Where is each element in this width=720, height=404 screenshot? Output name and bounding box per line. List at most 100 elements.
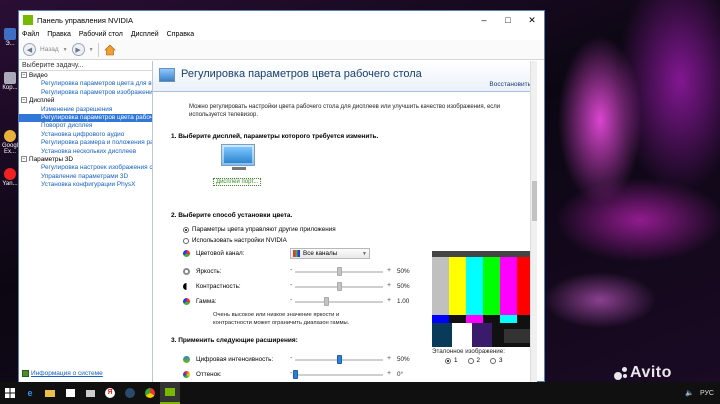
tree-task-item[interactable]: Поворот дисплея bbox=[19, 122, 152, 130]
system-info-label[interactable]: Информация о системе bbox=[31, 370, 103, 377]
media-icon[interactable] bbox=[80, 382, 100, 404]
slider-thumb[interactable] bbox=[337, 282, 342, 291]
radio-button-unchecked[interactable] bbox=[183, 237, 189, 244]
tree-task-item[interactable]: Регулировка параметров цвета рабочег bbox=[19, 113, 152, 123]
menu-bar: Файл Правка Рабочий стол Дисплей Справка bbox=[19, 29, 544, 40]
menu-edit[interactable]: Правка bbox=[47, 31, 71, 38]
edge-icon[interactable]: e bbox=[20, 382, 40, 404]
restore-defaults-link[interactable]: Восстановить bbox=[489, 81, 531, 88]
radio-button-unchecked[interactable] bbox=[467, 357, 474, 364]
store-icon[interactable] bbox=[60, 382, 80, 404]
radio-button-unchecked[interactable] bbox=[490, 357, 497, 364]
chevron-down-icon: ▼ bbox=[362, 250, 367, 257]
increase-button[interactable]: + bbox=[387, 297, 391, 304]
tree-task-item[interactable]: Установка конфигурации PhysX bbox=[19, 181, 152, 189]
slider-thumb[interactable] bbox=[293, 370, 298, 379]
back-button-label[interactable]: Назад bbox=[40, 46, 59, 53]
reference-option-1[interactable]: 1 bbox=[445, 357, 458, 364]
tree-task-item[interactable]: Управление параметрами 3D bbox=[19, 173, 152, 181]
collapse-toggle-icon[interactable]: − bbox=[21, 156, 27, 163]
tree-task-item[interactable]: Изменение разрешения bbox=[19, 106, 152, 114]
title-bar[interactable]: Панель управления NVIDIA – □ ✕ bbox=[19, 11, 544, 29]
hue-icon bbox=[183, 370, 190, 378]
tree-task-item[interactable]: Регулировка настроек изображения с пр bbox=[19, 164, 152, 172]
taskbar: e Я 🔈 РУС bbox=[0, 382, 720, 404]
forward-arrow-icon[interactable]: ▶ bbox=[71, 43, 85, 56]
back-dropdown-icon[interactable]: ▼ bbox=[63, 47, 68, 53]
system-info-link[interactable]: Информация о системе bbox=[22, 370, 103, 377]
explorer-icon[interactable] bbox=[40, 382, 60, 404]
digital-vibrance-icon bbox=[183, 355, 190, 363]
reference-option-2[interactable]: 2 bbox=[467, 357, 480, 364]
menu-display[interactable]: Дисплей bbox=[131, 31, 159, 38]
desktop-icon[interactable]: Кор... bbox=[2, 72, 18, 91]
tree-task-item[interactable]: Регулировка параметров изображения д bbox=[19, 89, 152, 97]
menu-desktop[interactable]: Рабочий стол bbox=[79, 31, 123, 38]
radio-nvidia-settings[interactable]: Использовать настройки NVIDIA bbox=[183, 237, 287, 244]
display-selector-label[interactable]: Дисплей порт... bbox=[213, 178, 262, 186]
step-2-heading: 2. Выберите способ установки цвета. bbox=[171, 212, 293, 219]
task-panel: Выберите задачу... − Видео Регулировка пар… bbox=[19, 61, 153, 382]
nvidia-taskbar-icon[interactable] bbox=[160, 382, 180, 404]
menu-file[interactable]: Файл bbox=[22, 31, 39, 38]
start-icon[interactable] bbox=[0, 382, 20, 404]
tree-item-label: Регулировка параметров цвета рабочег bbox=[41, 113, 152, 121]
home-icon[interactable] bbox=[103, 43, 117, 57]
display-icon[interactable] bbox=[221, 144, 255, 170]
maximize-button[interactable]: □ bbox=[496, 11, 520, 29]
menu-help[interactable]: Справка bbox=[167, 31, 194, 38]
radio-button-checked[interactable] bbox=[445, 357, 451, 364]
decrease-button[interactable]: - bbox=[290, 297, 292, 304]
slider-thumb[interactable] bbox=[324, 297, 329, 306]
decrease-button[interactable]: - bbox=[290, 370, 292, 377]
content-scrollbar[interactable] bbox=[530, 61, 537, 382]
increase-button[interactable]: + bbox=[387, 282, 391, 289]
desktop-icon[interactable]: Э... bbox=[2, 28, 18, 47]
browser-icon[interactable] bbox=[140, 382, 160, 404]
scrollbar-thumb[interactable] bbox=[532, 181, 537, 221]
slider-track[interactable] bbox=[295, 374, 383, 376]
slider-value: 50% bbox=[397, 283, 410, 290]
tree-task-item[interactable]: Регулировка параметров цвета для вид bbox=[19, 80, 152, 88]
tree-task-item[interactable]: Регулировка размера и положения рабоч bbox=[19, 139, 152, 147]
slider-label: Гамма: bbox=[196, 297, 217, 305]
tree-category[interactable]: − Видео bbox=[19, 72, 152, 80]
avito-logo-icon bbox=[614, 366, 628, 380]
increase-button[interactable]: + bbox=[387, 267, 391, 274]
decrease-button[interactable]: - bbox=[290, 267, 292, 274]
slider-row: Яркость: bbox=[183, 266, 268, 276]
collapse-toggle-icon[interactable]: − bbox=[21, 97, 27, 104]
desktop-icon[interactable]: Google Ex... bbox=[2, 130, 21, 155]
back-arrow-icon[interactable]: ◀ bbox=[23, 43, 36, 56]
increase-button[interactable]: + bbox=[387, 370, 391, 377]
steam-icon[interactable] bbox=[120, 382, 140, 404]
forward-dropdown-icon[interactable]: ▼ bbox=[89, 47, 94, 53]
tree-category[interactable]: − Параметры 3D bbox=[19, 156, 152, 164]
radio-button-checked[interactable] bbox=[183, 226, 189, 233]
close-button[interactable]: ✕ bbox=[520, 11, 544, 29]
volume-icon[interactable]: 🔈 bbox=[685, 389, 694, 397]
page-banner: Регулировка параметров цвета рабочего ст… bbox=[153, 61, 537, 92]
radio-other-apps[interactable]: Параметры цвета управляют другие приложе… bbox=[183, 226, 336, 233]
slider-track[interactable] bbox=[295, 301, 383, 303]
decrease-button[interactable]: - bbox=[290, 282, 292, 289]
slider-thumb[interactable] bbox=[337, 355, 342, 364]
language-indicator[interactable]: РУС bbox=[700, 390, 714, 397]
minimize-button[interactable]: – bbox=[472, 11, 496, 29]
tree-task-item[interactable]: Установка нескольких дисплеев bbox=[19, 148, 152, 156]
yandex-browser-icon[interactable]: Я bbox=[100, 382, 120, 404]
slider-label: Оттенок: bbox=[196, 370, 222, 378]
decrease-button[interactable]: - bbox=[290, 355, 292, 362]
slider-row: Оттенок: bbox=[183, 369, 296, 379]
tree-item-label: Видео bbox=[29, 72, 48, 79]
increase-button[interactable]: + bbox=[387, 355, 391, 362]
desktop-icon[interactable]: Yan... bbox=[2, 168, 18, 187]
window-title: Панель управления NVIDIA bbox=[37, 15, 133, 25]
collapse-toggle-icon[interactable]: − bbox=[21, 72, 27, 79]
color-channel-select[interactable]: Все каналы ▼ bbox=[290, 248, 370, 259]
reference-option-3[interactable]: 3 bbox=[490, 357, 503, 364]
tree-item-label: Изменение разрешения bbox=[41, 105, 113, 113]
tree-category[interactable]: − Дисплей bbox=[19, 97, 152, 105]
slider-thumb[interactable] bbox=[337, 267, 342, 276]
tree-task-item[interactable]: Установка цифрового аудио bbox=[19, 131, 152, 139]
